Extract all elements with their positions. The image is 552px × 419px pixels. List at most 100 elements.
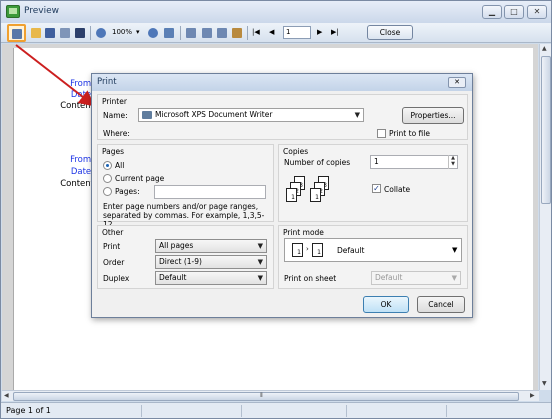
print-mode-value: Default <box>337 246 365 255</box>
status-divider <box>346 405 347 417</box>
multi-page-icon <box>217 28 227 38</box>
arrow-right-icon: › <box>306 245 309 253</box>
print-to-file-checkbox[interactable] <box>377 129 386 138</box>
copies-spinner[interactable]: ▲ ▼ <box>448 155 457 169</box>
print-on-sheet-label: Print on sheet <box>284 274 337 283</box>
print-label: Print <box>103 242 121 251</box>
cancel-button[interactable]: Cancel <box>417 296 465 313</box>
toolbar-separator <box>247 26 248 40</box>
horizontal-scrollbar[interactable]: ◀ ⦀ ▶ <box>2 390 539 401</box>
printer-icon <box>142 111 152 119</box>
print-mode-heading: Print mode <box>283 228 324 237</box>
printer-heading: Printer <box>102 97 127 106</box>
content-label: Content <box>60 179 94 189</box>
full-page-button[interactable] <box>161 25 177 41</box>
order-label: Order <box>103 258 125 267</box>
status-bar: Page 1 of 1 <box>1 402 551 418</box>
duplex-label: Duplex <box>103 274 130 283</box>
zoom-dropdown-icon[interactable]: ▾ <box>136 28 140 36</box>
edit-icon <box>232 28 242 38</box>
zoom-in-icon <box>96 28 106 38</box>
page-range-radio[interactable] <box>103 187 112 196</box>
page-info: Page 1 of 1 <box>6 406 51 415</box>
zoom-in-button[interactable] <box>93 25 109 41</box>
print-on-sheet-select: Default ▼ <box>371 271 461 285</box>
scroll-right-icon[interactable]: ▶ <box>530 392 535 399</box>
date-label: Date: <box>70 167 94 177</box>
print-mode-group: Print mode 1 › 1 Default ▼ Print on shee… <box>278 225 468 289</box>
printer-name-value: Microsoft XPS Document Writer <box>155 110 273 119</box>
current-page-radio[interactable] <box>103 174 112 183</box>
scroll-up-icon[interactable]: ▲ <box>542 45 547 52</box>
other-heading: Other <box>102 228 124 237</box>
vertical-scrollbar[interactable]: ▲ ▼ <box>539 44 551 390</box>
full-page-icon <box>164 28 174 38</box>
open-icon <box>31 28 41 38</box>
printer-select[interactable]: Microsoft XPS Document Writer ▼ <box>138 108 364 122</box>
all-pages-label: All <box>115 161 125 170</box>
scroll-grip-icon: ⦀ <box>260 392 263 399</box>
page-setup-button[interactable] <box>57 25 73 41</box>
last-page-icon[interactable]: ▶| <box>331 28 339 36</box>
print-button[interactable] <box>7 24 26 42</box>
next-page-icon[interactable]: ▶ <box>317 28 322 36</box>
previous-page-icon[interactable]: ◀ <box>269 28 274 36</box>
edit-button[interactable] <box>229 25 245 41</box>
chevron-down-icon: ▼ <box>451 274 457 282</box>
maximize-button[interactable]: □ <box>504 5 524 19</box>
minimize-button[interactable]: ▁ <box>482 5 502 19</box>
zoom-level[interactable]: 100% <box>112 28 132 36</box>
collate-checkbox[interactable]: ✓ <box>372 184 381 193</box>
chevron-down-icon: ▼ <box>257 242 263 250</box>
page-range-input[interactable] <box>154 185 266 199</box>
two-pages-icon <box>202 28 212 38</box>
one-page-button[interactable] <box>183 25 199 41</box>
pages-heading: Pages <box>102 147 125 156</box>
multi-page-button[interactable] <box>214 25 230 41</box>
chevron-down-icon: ▼ <box>257 258 263 266</box>
status-divider <box>241 405 242 417</box>
order-select[interactable]: Direct (1-9) ▼ <box>155 255 267 269</box>
find-button[interactable] <box>72 25 88 41</box>
dialog-title: Print <box>97 77 117 87</box>
duplex-select[interactable]: Default ▼ <box>155 271 267 285</box>
printer-group: Printer Name: Microsoft XPS Document Wri… <box>97 94 468 140</box>
properties-button[interactable]: Properties... <box>402 107 464 124</box>
print-to-file-label: Print to file <box>389 129 430 138</box>
page-icon: 1 <box>286 188 297 202</box>
print-dialog: Print ✕ Printer Name: Microsoft XPS Docu… <box>91 73 473 318</box>
copies-input[interactable]: 1 <box>370 155 458 169</box>
toolbar-separator <box>90 26 91 40</box>
collate-label: Collate <box>384 185 411 194</box>
find-icon <box>75 28 85 38</box>
scroll-left-icon[interactable]: ◀ <box>4 392 9 399</box>
print-mode-select[interactable]: 1 › 1 Default ▼ <box>284 238 462 262</box>
zoom-out-button[interactable] <box>145 25 161 41</box>
number-of-copies-label: Number of copies <box>284 158 351 167</box>
printer-name-label: Name: <box>103 111 128 120</box>
print-select[interactable]: All pages ▼ <box>155 239 267 253</box>
status-divider <box>446 405 447 417</box>
close-button[interactable]: Close <box>367 25 413 40</box>
first-page-icon[interactable]: |◀ <box>252 28 260 36</box>
ok-button[interactable]: OK <box>363 296 409 313</box>
vertical-scroll-thumb[interactable] <box>541 56 551 204</box>
copies-heading: Copies <box>283 147 309 156</box>
copies-group: Copies Number of copies 1 ▲ ▼ 3 2 1 3 2 1… <box>278 144 468 222</box>
dialog-close-button[interactable]: ✕ <box>448 77 466 88</box>
toolbar: 100% ▾ |◀ ◀ 1 ▶ ▶| Close <box>1 23 551 43</box>
title-bar: Preview ▁ □ ✕ <box>1 1 551 23</box>
where-label: Where: <box>103 129 130 138</box>
window-close-button[interactable]: ✕ <box>527 5 547 19</box>
page-range-label: Pages: <box>115 187 140 196</box>
page-number-input[interactable]: 1 <box>283 26 311 39</box>
pages-group: Pages All Current page Pages: Enter page… <box>97 144 274 229</box>
print-icon <box>12 29 22 39</box>
from-label: From: <box>70 79 94 89</box>
save-button[interactable] <box>42 25 58 41</box>
scroll-down-icon[interactable]: ▼ <box>542 380 547 387</box>
all-pages-radio[interactable] <box>103 161 112 170</box>
chevron-down-icon: ▼ <box>354 111 360 119</box>
two-pages-button[interactable] <box>199 25 215 41</box>
horizontal-scroll-thumb[interactable] <box>13 392 519 401</box>
